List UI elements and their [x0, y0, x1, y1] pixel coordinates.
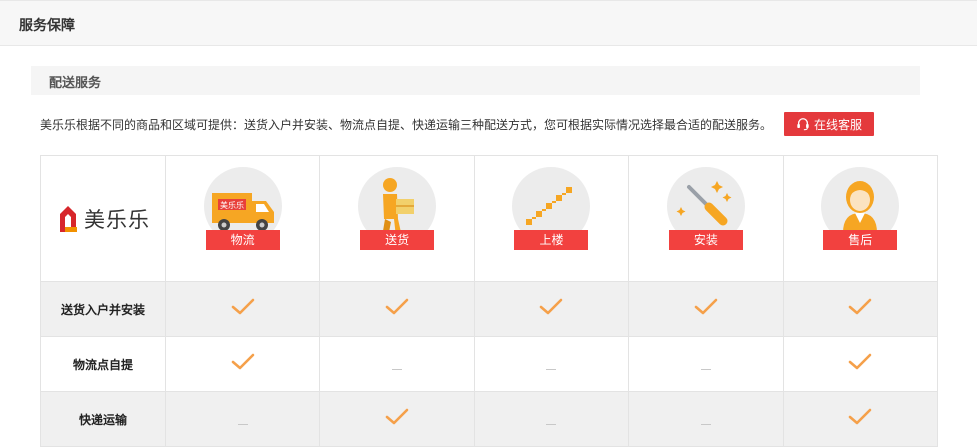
section-title: 配送服务 — [49, 76, 102, 91]
check-icon — [847, 408, 873, 431]
column-label: 送货 — [360, 229, 435, 250]
table-cell — [628, 281, 784, 337]
table-cell — [164, 281, 321, 337]
column-label: 上楼 — [514, 229, 589, 250]
meilele-logo-icon — [60, 205, 77, 232]
page-title: 服务保障 — [19, 18, 75, 34]
online-service-label: 在线客服 — [813, 117, 862, 132]
table-cell — [164, 391, 321, 447]
table-row: 快递运输 — [40, 391, 938, 447]
check-icon — [847, 353, 873, 376]
check-icon — [847, 298, 873, 321]
table-cell — [782, 281, 938, 337]
column-logistics: 美乐乐 物流 — [164, 155, 321, 282]
table-cell — [319, 391, 475, 447]
check-icon — [384, 408, 410, 431]
table-cell — [782, 391, 938, 447]
unavailable-dash-icon — [700, 368, 711, 370]
column-after-sales: 售后 — [782, 155, 938, 282]
section-bar: 配送服务 — [31, 66, 920, 95]
table-cell — [473, 336, 630, 392]
brand-logo: 美乐乐 — [41, 204, 165, 234]
unavailable-dash-icon — [546, 368, 557, 370]
row-label: 快递运输 — [40, 391, 166, 447]
unavailable-dash-icon — [546, 423, 557, 425]
table-cell — [473, 281, 630, 337]
brand-name: 美乐乐 — [84, 207, 150, 232]
column-label: 售后 — [823, 229, 898, 250]
table-cell — [628, 391, 784, 447]
table-row: 物流点自提 — [40, 336, 938, 392]
row-label: 送货入户并安装 — [40, 281, 166, 337]
table-cell — [782, 336, 938, 392]
table-cell — [319, 281, 475, 337]
column-upstairs: 上楼 — [473, 155, 630, 282]
check-icon — [384, 298, 410, 321]
table-cell — [473, 391, 630, 447]
check-icon — [693, 298, 719, 321]
table-cell — [319, 336, 475, 392]
column-delivery: 送货 — [319, 155, 475, 282]
brand-cell: 美乐乐 — [40, 155, 166, 282]
column-label: 物流 — [205, 229, 280, 250]
column-installation: 安装 — [628, 155, 784, 282]
intro-text: 美乐乐根据不同的商品和区域可提供：送货入户并安装、物流点自提、快递运输三种配送方… — [40, 118, 773, 132]
check-icon — [230, 353, 256, 376]
svg-text:美乐乐: 美乐乐 — [220, 200, 244, 210]
column-label: 安装 — [668, 229, 743, 250]
page-header: 服务保障 — [0, 0, 977, 46]
table-header-row: 美乐乐 美乐乐 物流 送货 上楼 安装 售后 — [40, 155, 938, 282]
unavailable-dash-icon — [700, 423, 711, 425]
online-service-button[interactable]: 在线客服 — [784, 112, 874, 136]
check-icon — [538, 298, 564, 321]
check-icon — [230, 298, 256, 321]
unavailable-dash-icon — [392, 368, 403, 370]
table-cell — [628, 336, 784, 392]
headset-icon — [797, 118, 809, 131]
table-cell — [164, 336, 321, 392]
unavailable-dash-icon — [237, 423, 248, 425]
delivery-service-table: 美乐乐 美乐乐 物流 送货 上楼 安装 售后 送货入户并安装 物流点自提 快递运… — [40, 155, 938, 447]
row-label: 物流点自提 — [40, 336, 166, 392]
table-row: 送货入户并安装 — [40, 281, 938, 337]
